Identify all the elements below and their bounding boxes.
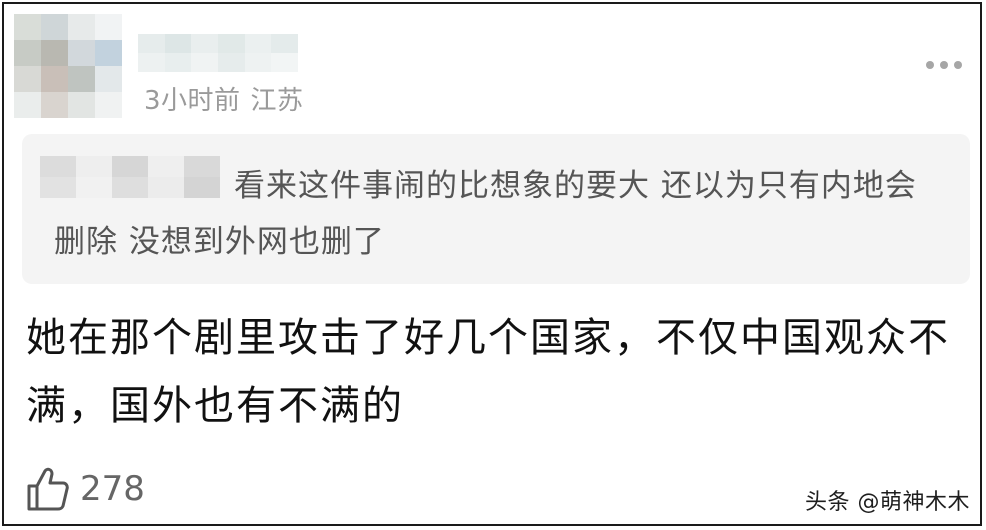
comment-meta: 3小时前 江苏 [144,80,304,117]
comment-body: 她在那个剧里攻击了好几个国家，不仅中国观众不满，国外也有不满的 [26,315,950,429]
comment-location: 江苏 [250,86,304,116]
watermark: 头条 @萌神木木 [805,490,970,515]
comment-time: 3小时前 [144,86,241,116]
more-dots-icon[interactable] [926,61,962,69]
avatar[interactable] [14,14,122,118]
thumbs-up-icon [27,467,69,511]
quoted-text: 看来这件事闹的比想象的要大 还以为只有内地会删除 没想到外网也删了 [54,168,917,260]
like-button[interactable]: 278 [26,466,145,512]
like-count: 278 [80,469,145,509]
quoted-reply[interactable]: 看来这件事闹的比想象的要大 还以为只有内地会删除 没想到外网也删了 [22,134,970,284]
username-blurred[interactable] [138,34,298,72]
comment-card: 3小时前 江苏 看来这件事闹的比想象的要大 还以为只有内地会删除 没想到外网也删… [2,2,982,526]
